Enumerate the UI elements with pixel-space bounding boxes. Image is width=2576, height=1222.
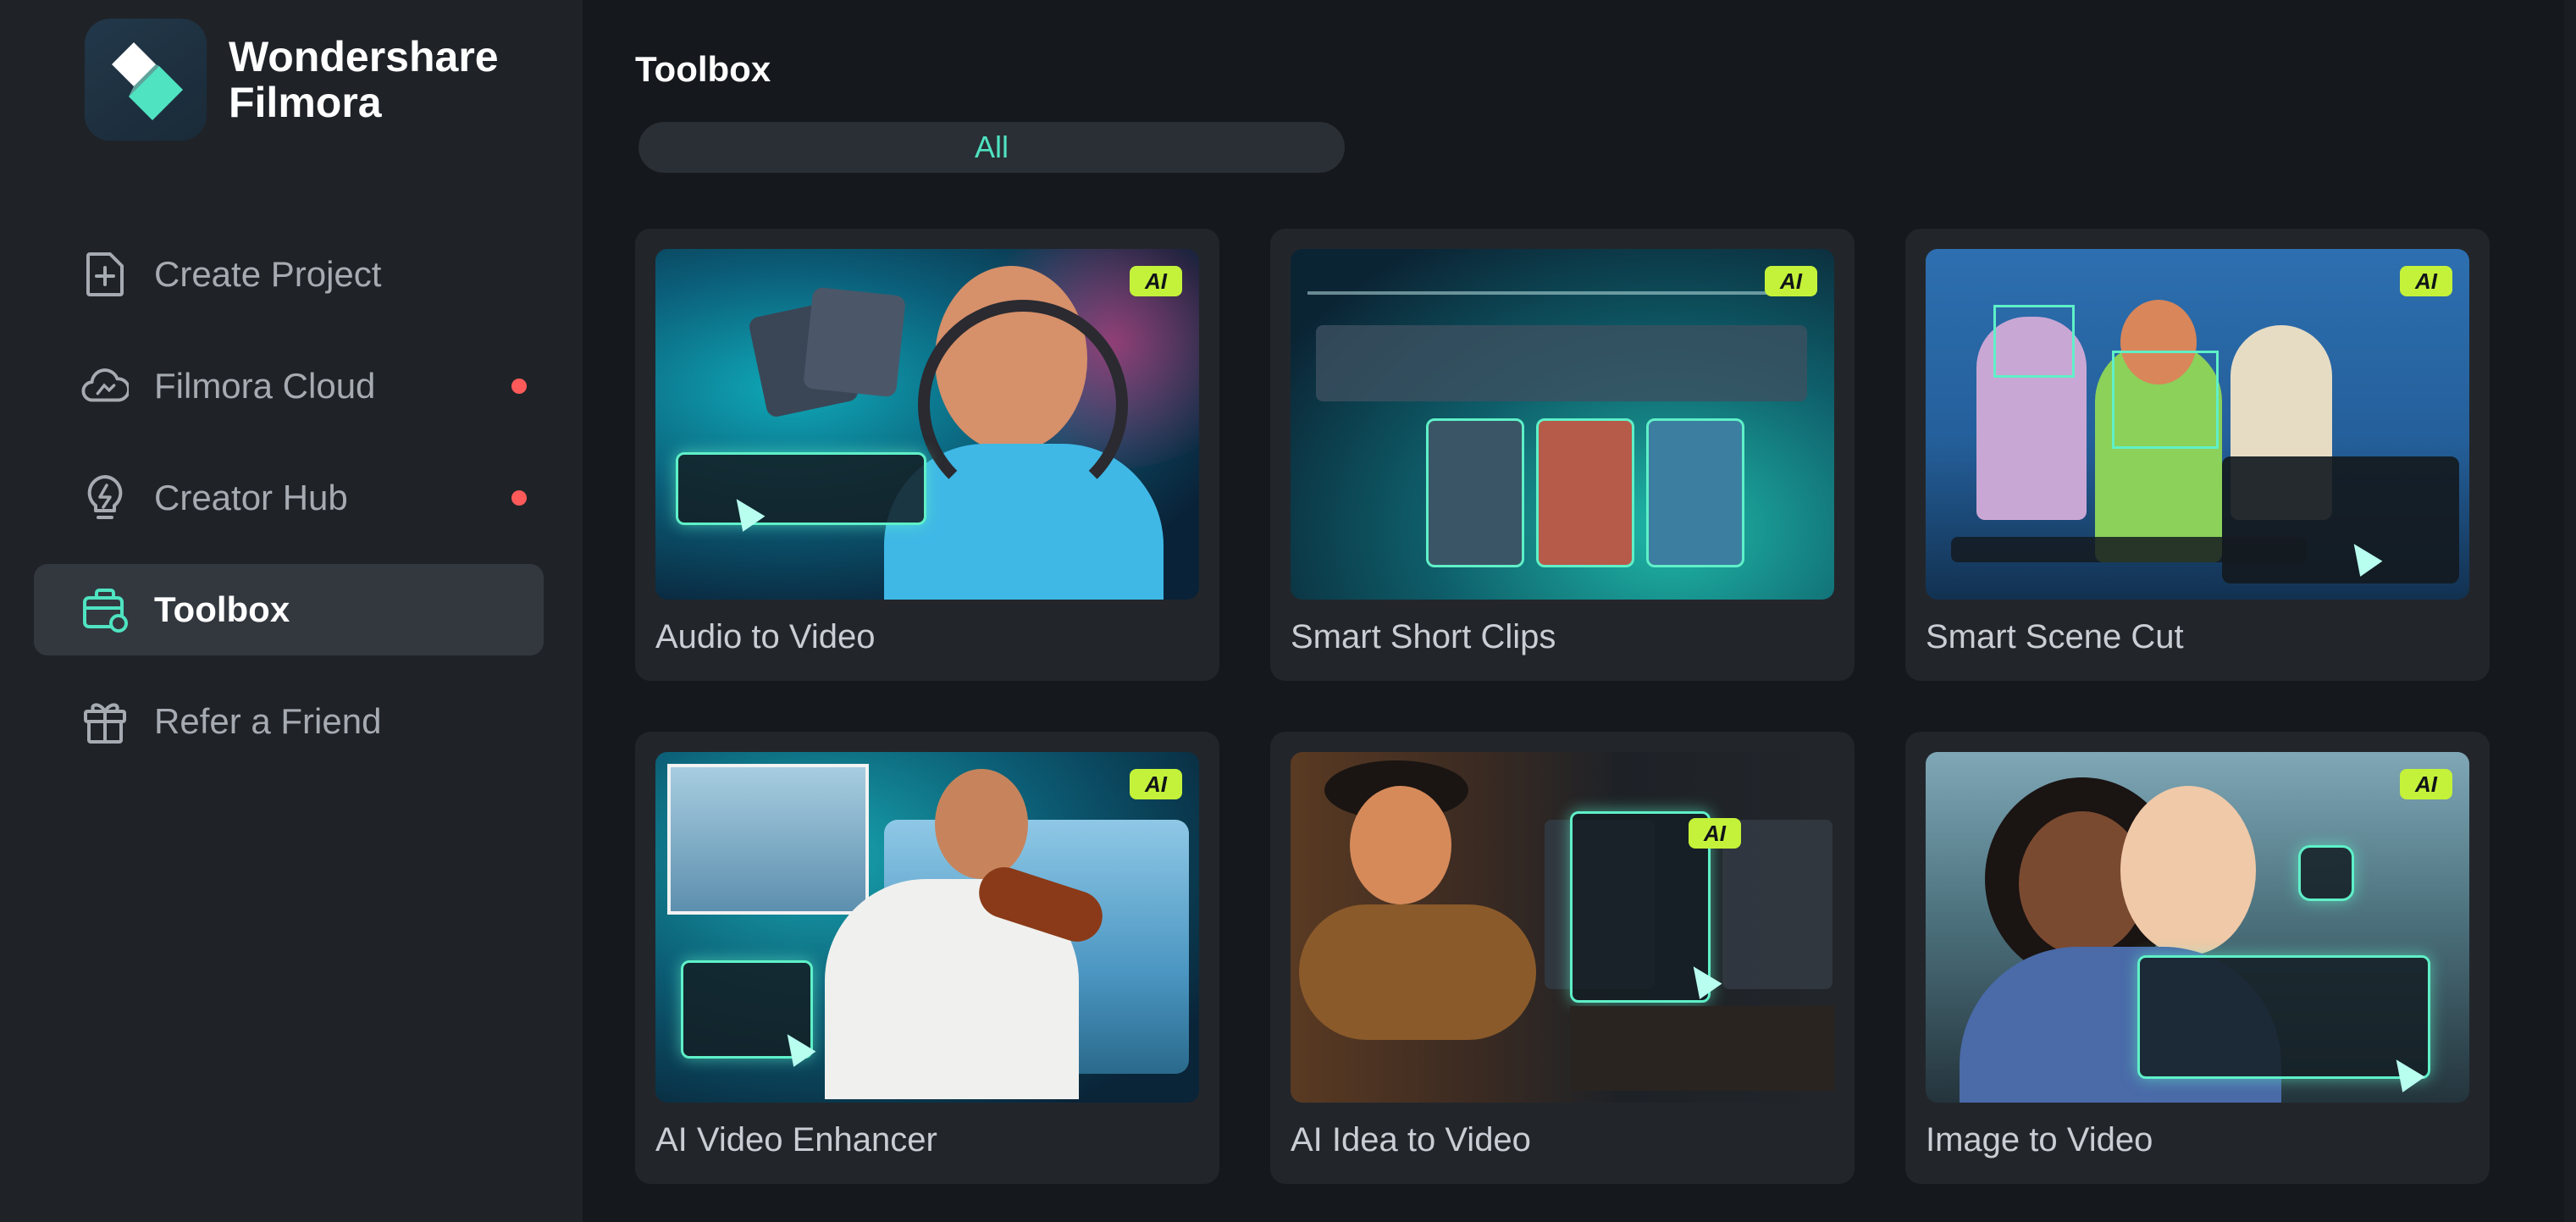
cloud-icon [81,362,129,410]
brand-line-2: Filmora [229,79,382,126]
ai-badge: AI [1765,266,1817,296]
music-panel [676,452,926,525]
brand-name: Wondershare Filmora [229,34,499,125]
tool-card-label: Smart Scene Cut [1926,618,2184,655]
thumb-playbar [1951,537,2307,562]
tool-thumbnail: AI [1926,752,2469,1103]
sidebar-item-label: Toolbox [154,589,290,629]
sidebar: Wondershare Filmora Create Project Filmo… [0,0,583,1222]
thumb-person [935,769,1028,879]
tool-thumbnail: AI [1291,752,1834,1103]
thumb-timeline [1307,291,1816,295]
sidebar-item-label: Refer a Friend [154,701,382,741]
tool-thumbnail: AI [1926,249,2469,600]
tab-all[interactable]: All [975,130,1009,165]
tool-thumbnail: AI [1291,249,1834,600]
add-file-icon [81,251,129,298]
bulb-icon [81,474,129,522]
scrollbar[interactable] [2564,0,2576,1222]
thumb-selection [2112,351,2219,449]
tool-card-label: Smart Short Clips [1291,618,1556,655]
ai-badge: AI [1130,266,1182,296]
tool-card-smart-scene-cut[interactable]: AI Smart Scene Cut [1905,229,2490,681]
thumb-strip [1316,325,1807,401]
thumb-clip [1426,418,1524,567]
main-content: Toolbox All AI Audio to Video AI Smart S… [583,0,2576,1222]
sidebar-item-label: Creator Hub [154,478,348,517]
thumb-person [1350,786,1451,904]
tool-card-label: Image to Video [1926,1121,2153,1158]
tool-card-ai-idea-to-video[interactable]: AI AI Idea to Video [1270,732,1855,1184]
tool-card-label: AI Video Enhancer [655,1121,937,1158]
thumb-person [2120,786,2256,955]
thumb-editor-panel [2222,456,2459,583]
thumb-clip [1646,418,1744,567]
thumb-before-frame [667,764,869,915]
tool-card-label: AI Idea to Video [1291,1121,1531,1158]
notification-dot [511,379,527,394]
filmora-logo-icon [85,19,207,141]
filter-tab-bar: All [638,122,1345,173]
sidebar-item-label: Filmora Cloud [154,366,376,406]
tool-thumbnail: AI [655,752,1199,1103]
prompt-panel [2137,955,2430,1079]
headphones-icon [918,300,1128,510]
sidebar-item-refer-a-friend[interactable]: Refer a Friend [34,676,544,767]
toolbox-icon [81,586,129,633]
tool-card-label: Audio to Video [655,618,876,655]
tool-card-image-to-video[interactable]: AI Image to Video [1905,732,2490,1184]
tool-card-smart-short-clips[interactable]: AI Smart Short Clips [1270,229,1855,681]
page-title: Toolbox [635,49,771,89]
ai-badge: AI [1689,818,1741,849]
tool-thumbnail: AI [655,249,1199,600]
thumb-clip [1536,418,1634,567]
ai-badge: AI [1130,769,1182,799]
notification-dot [511,490,527,506]
filmora-launcher: Wondershare Filmora Create Project Filmo… [0,0,2576,1222]
tool-card-ai-video-enhancer[interactable]: AI AI Video Enhancer [635,732,1219,1184]
sidebar-item-create-project[interactable]: Create Project [34,229,544,320]
thumb-selection [1993,305,2075,378]
ai-badge: AI [2400,266,2452,296]
tool-card-audio-to-video[interactable]: AI Audio to Video [635,229,1219,681]
thumb-cards [803,286,906,398]
sidebar-item-toolbox[interactable]: Toolbox [34,564,544,655]
thumb-filmstrip [1570,1006,1834,1091]
gift-icon [81,698,129,745]
ai-badge: AI [2400,769,2452,799]
sidebar-item-filmora-cloud[interactable]: Filmora Cloud [34,340,544,432]
sidebar-nav: Create Project Filmora Cloud Creator Hub… [34,229,544,788]
app-logo: Wondershare Filmora [85,19,499,141]
thumb-guitar [1299,904,1536,1040]
sidebar-item-creator-hub[interactable]: Creator Hub [34,452,544,544]
brand-line-1: Wondershare [229,33,499,80]
sidebar-item-label: Create Project [154,254,382,294]
video-icon [2298,845,2354,901]
